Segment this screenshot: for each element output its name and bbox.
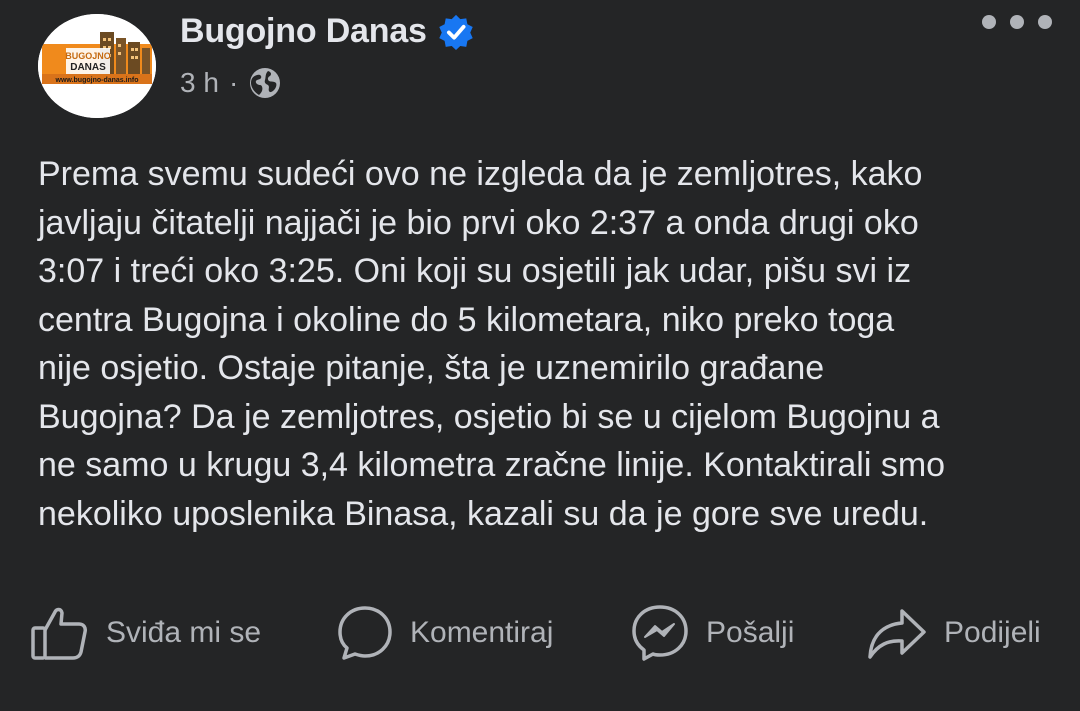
send-button[interactable]: Pošalji [630, 600, 794, 666]
like-button[interactable]: Sviđa mi se [30, 600, 261, 666]
share-arrow-icon [868, 609, 926, 659]
page-avatar[interactable]: BUGOJNO DANAS www.bugojno-danas.info [38, 14, 156, 118]
comment-bubble-icon [338, 606, 392, 660]
globe-icon[interactable] [248, 66, 282, 100]
share-label: Podijeli [944, 616, 1041, 649]
post-meta: 3 h · [180, 66, 282, 100]
post-header: Bugojno Danas [180, 12, 475, 51]
logo-url-text: www.bugojno-danas.info [55, 77, 139, 84]
more-dot-icon [1038, 15, 1052, 29]
like-label: Sviđa mi se [106, 616, 262, 649]
comment-button[interactable]: Komentiraj [336, 600, 553, 666]
post-body: Prema svemu sudeći ovo ne izgleda da je … [38, 155, 946, 533]
bugojno-danas-logo: BUGOJNO DANAS www.bugojno-danas.info [38, 14, 156, 118]
post-action-bar: Sviđa mi se Komentiraj Pošalji Podijeli [0, 600, 1080, 666]
author-name[interactable]: Bugojno Danas [180, 12, 427, 51]
logo-text-bottom: DANAS [70, 62, 106, 73]
verified-badge-icon [439, 14, 473, 50]
meta-separator: · [228, 67, 239, 98]
more-dot-icon [1010, 15, 1024, 29]
comment-label: Komentiraj [410, 616, 554, 649]
post-timestamp[interactable]: 3 h [180, 67, 219, 99]
more-dot-icon [982, 15, 996, 29]
send-label: Pošalji [706, 616, 795, 649]
more-options-button[interactable] [982, 10, 1052, 34]
messenger-icon [632, 605, 688, 661]
logo-text-top: BUGOJNO [65, 51, 111, 61]
facebook-post: BUGOJNO DANAS www.bugojno-danas.info Bug… [0, 0, 1080, 711]
share-button[interactable]: Podijeli [866, 600, 1041, 666]
thumbs-up-icon [31, 607, 87, 660]
